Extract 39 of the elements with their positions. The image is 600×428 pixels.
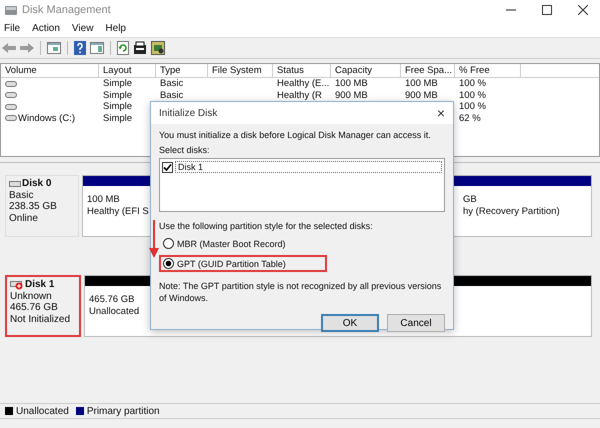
legend-label: Unallocated [16, 406, 69, 416]
table-cell: Simple [103, 90, 132, 101]
partition-status: hy (Recovery Partition) [463, 206, 560, 218]
table-cell: Simple [103, 112, 132, 124]
disk-type: Basic [9, 190, 34, 201]
partition-style-label: Use the following partition style for the selected disks: [159, 220, 374, 232]
partition-size: GB [463, 194, 477, 206]
select-disks-label: Select disks: [159, 145, 211, 155]
table-cell: Healthy (R [277, 90, 322, 101]
legend-label: Primary partition [86, 406, 160, 416]
disk-status: Online [9, 212, 39, 224]
table-cell: 100 % [459, 90, 486, 101]
dialog-title: Initialize Disk [159, 108, 218, 118]
table-cell: 100 MB [335, 78, 368, 90]
partition-status: Unallocated [89, 306, 140, 318]
table-cell: 100 % [459, 78, 486, 90]
table-cell: Simple [103, 78, 132, 90]
window-title: Disk Management [22, 4, 111, 16]
disk-status: Not Initialized [10, 314, 72, 325]
table-cell: Basic [160, 90, 184, 101]
partition-status: Healthy (EFI S [87, 206, 149, 218]
partition-size: 100 MB [87, 194, 120, 206]
disk-size: 465.76 GB [10, 302, 59, 314]
table-cell: 900 MB [405, 90, 438, 101]
disk-name: Disk 0 [22, 178, 52, 190]
table-cell: 900 MB [335, 90, 368, 101]
disk-type: Unknown [10, 290, 53, 302]
disk-size: 238.35 GB [9, 201, 58, 212]
table-cell: Basic [160, 78, 184, 90]
partition-size: 465.76 GB [89, 294, 134, 306]
table-cell: Simple [103, 101, 132, 112]
table-cell: 100 MB [405, 78, 438, 90]
dialog-message: You must initialize a disk before Logical Disk Manager can access it. [159, 130, 432, 140]
table-cell: 100 % [459, 101, 486, 112]
table-cell: 62 % [459, 112, 481, 124]
disk-name: Disk 1 [25, 279, 54, 290]
dialog-note: Note: The GPT partition style is not recognized by all previous versions of Windows. [159, 280, 442, 304]
table-cell: Windows (C:) [18, 112, 76, 124]
table-cell: Healthy (E... [277, 78, 330, 90]
